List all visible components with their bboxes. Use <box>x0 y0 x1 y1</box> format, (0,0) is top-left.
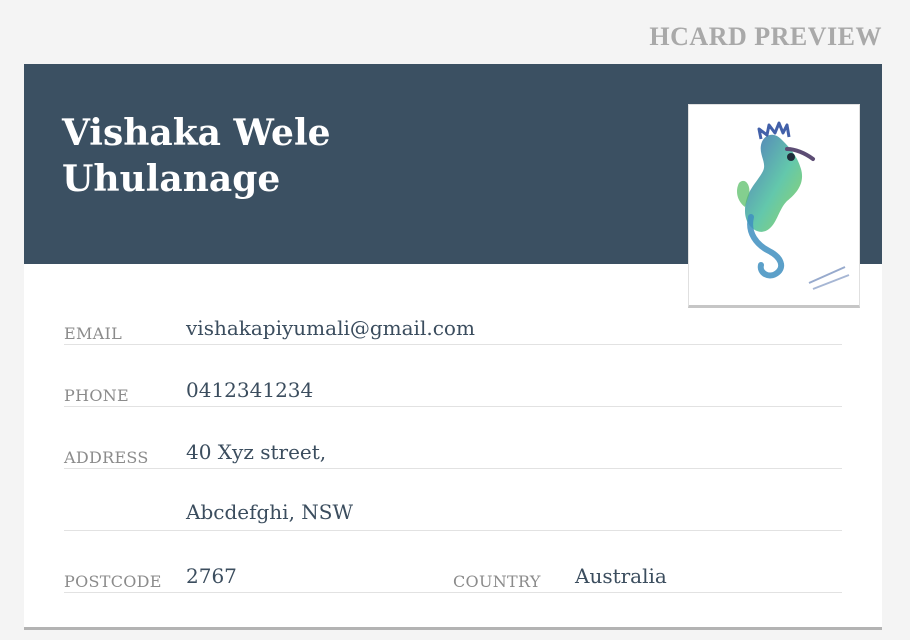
page-title: HCARD PREVIEW <box>649 22 882 51</box>
divider <box>64 344 842 345</box>
address-label: ADDRESS <box>64 448 149 467</box>
postcode-label: POSTCODE <box>64 572 162 591</box>
name-line-1: Vishaka Wele <box>62 112 331 154</box>
name-line-2: Uhulanage <box>62 158 281 200</box>
postcode-value: 2767 <box>186 564 237 588</box>
seahorse-icon <box>737 121 850 290</box>
divider <box>64 592 842 593</box>
address-line-2: Abcdefghi, NSW <box>186 500 354 524</box>
avatar <box>688 104 860 308</box>
phone-value: 0412341234 <box>186 378 314 402</box>
address-line-1: 40 Xyz street, <box>186 440 327 464</box>
phone-label: PHONE <box>64 386 130 405</box>
hcard: Vishaka Wele Uhulanage EMAIL vishakapiyu… <box>24 64 882 630</box>
divider <box>64 406 842 407</box>
country-value: Australia <box>575 564 667 588</box>
country-label: COUNTRY <box>453 572 541 591</box>
divider <box>64 530 842 531</box>
email-label: EMAIL <box>64 324 123 343</box>
email-value: vishakapiyumali@gmail.com <box>186 316 475 340</box>
full-name: Vishaka Wele Uhulanage <box>62 110 382 202</box>
divider <box>64 468 842 469</box>
